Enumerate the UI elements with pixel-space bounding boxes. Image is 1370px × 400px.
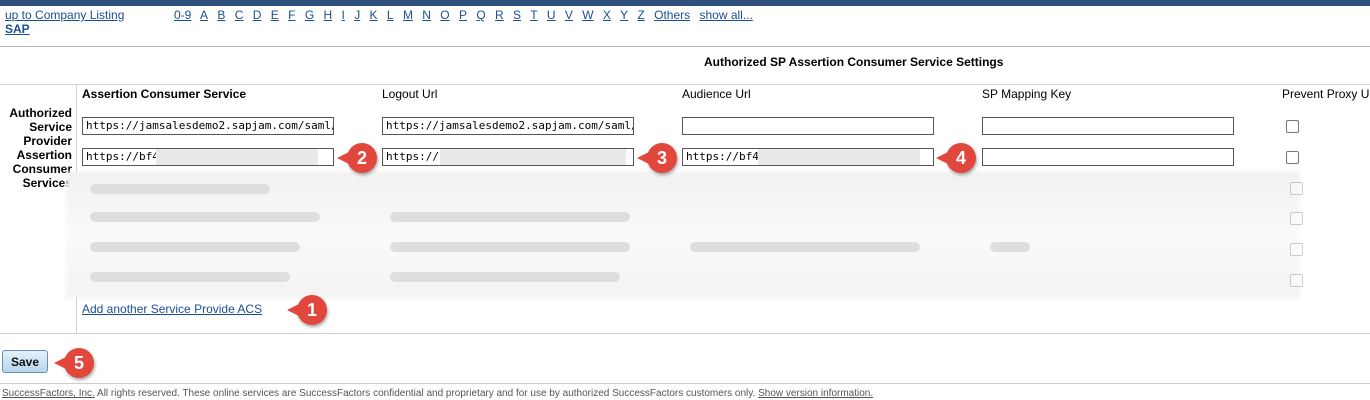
divider bbox=[0, 383, 1370, 384]
alpha-link[interactable]: Z bbox=[637, 8, 644, 22]
alpha-link[interactable]: P bbox=[459, 8, 467, 22]
callout-badge-2: 2 bbox=[337, 143, 377, 173]
top-header-strip bbox=[0, 0, 1370, 6]
divider bbox=[0, 46, 1370, 47]
row-label: Authorized Service Provider Assertion Co… bbox=[9, 106, 72, 190]
blurred-content bbox=[390, 242, 630, 252]
alpha-link[interactable]: I bbox=[342, 8, 345, 22]
alpha-link[interactable]: X bbox=[603, 8, 611, 22]
section-title: Authorized SP Assertion Consumer Service… bbox=[704, 55, 1004, 69]
blurred-content bbox=[390, 272, 620, 282]
blurred-content bbox=[90, 212, 320, 222]
alpha-link[interactable]: E bbox=[271, 8, 279, 22]
divider bbox=[0, 333, 1370, 334]
redacted-value bbox=[758, 149, 920, 165]
footer-text: All rights reserved. These online servic… bbox=[94, 388, 759, 399]
prevent-proxy-checkbox[interactable] bbox=[1290, 243, 1303, 256]
column-header-audience-url: Audience Url bbox=[682, 87, 751, 101]
alphabet-filter: 0-9 A B C D E F G H I J K L M N O P Q R … bbox=[174, 8, 759, 22]
alpha-link[interactable]: T bbox=[530, 8, 537, 22]
alpha-link[interactable]: B bbox=[217, 8, 225, 22]
audience-url-input[interactable] bbox=[682, 117, 934, 135]
column-header-prevent-proxy: Prevent Proxy U bbox=[1282, 87, 1370, 101]
add-service-provider-acs-link[interactable]: Add another Service Provide ACS bbox=[82, 302, 262, 316]
footer: SuccessFactors, Inc. All rights reserved… bbox=[2, 388, 873, 399]
company-sap-link[interactable]: SAP bbox=[5, 22, 124, 36]
alpha-link[interactable]: M bbox=[403, 8, 413, 22]
blurred-content bbox=[90, 184, 270, 194]
alpha-link[interactable]: G bbox=[305, 8, 314, 22]
divider bbox=[0, 84, 1370, 85]
redacted-value bbox=[156, 149, 318, 165]
blurred-content bbox=[90, 272, 290, 282]
sp-mapping-key-input[interactable] bbox=[982, 117, 1234, 135]
blurred-content bbox=[990, 242, 1030, 252]
alpha-link[interactable]: Y bbox=[620, 8, 628, 22]
callout-badge-1: 1 bbox=[287, 295, 327, 325]
footer-company-link[interactable]: SuccessFactors, Inc. bbox=[2, 388, 95, 399]
column-header-acs: Assertion Consumer Service bbox=[82, 87, 247, 101]
alpha-link[interactable]: U bbox=[547, 8, 556, 22]
alpha-link[interactable]: K bbox=[370, 8, 378, 22]
callout-badge-4: 4 bbox=[936, 143, 976, 173]
alpha-link[interactable]: F bbox=[288, 8, 295, 22]
alpha-link[interactable]: W bbox=[582, 8, 593, 22]
redacted-value bbox=[440, 149, 626, 165]
blurred-content bbox=[690, 242, 920, 252]
alpha-link[interactable]: S bbox=[513, 8, 521, 22]
alpha-link[interactable]: O bbox=[440, 8, 449, 22]
callout-badge-3: 3 bbox=[637, 143, 677, 173]
alpha-link[interactable]: H bbox=[324, 8, 333, 22]
save-button[interactable]: Save bbox=[2, 350, 48, 373]
alpha-link[interactable]: Q bbox=[476, 8, 485, 22]
column-header-logout-url: Logout Url bbox=[382, 87, 438, 101]
callout-badge-5: 5 bbox=[54, 348, 94, 378]
prevent-proxy-checkbox[interactable] bbox=[1286, 120, 1299, 133]
acs-url-input[interactable]: https://jamsalesdemo2.sapjam.com/saml/sa… bbox=[82, 117, 334, 135]
logout-url-input[interactable]: https://jamsalesdemo2.sapjam.com/saml/sa… bbox=[382, 117, 634, 135]
alpha-link[interactable]: A bbox=[200, 8, 208, 22]
alpha-link[interactable]: R bbox=[495, 8, 504, 22]
show-version-link[interactable]: Show version information. bbox=[758, 388, 873, 399]
alpha-link-show-all[interactable]: show all... bbox=[699, 8, 752, 22]
prevent-proxy-checkbox[interactable] bbox=[1290, 274, 1303, 287]
column-header-sp-mapping-key: SP Mapping Key bbox=[982, 87, 1072, 101]
blurred-content bbox=[390, 212, 630, 222]
alpha-link[interactable]: V bbox=[565, 8, 573, 22]
alpha-link[interactable]: C bbox=[235, 8, 244, 22]
company-nav: up to Company Listing SAP bbox=[5, 8, 124, 36]
alpha-link[interactable]: 0-9 bbox=[174, 8, 191, 22]
alpha-link[interactable]: N bbox=[422, 8, 431, 22]
up-to-company-listing-link[interactable]: up to Company Listing bbox=[5, 8, 124, 22]
alpha-link[interactable]: D bbox=[253, 8, 262, 22]
alpha-link[interactable]: L bbox=[387, 8, 394, 22]
sp-mapping-key-input[interactable] bbox=[982, 148, 1234, 166]
blurred-content bbox=[90, 242, 300, 252]
prevent-proxy-checkbox[interactable] bbox=[1290, 212, 1303, 225]
prevent-proxy-checkbox[interactable] bbox=[1286, 151, 1299, 164]
alpha-link[interactable]: J bbox=[354, 8, 360, 22]
alpha-link-others[interactable]: Others bbox=[654, 8, 690, 22]
prevent-proxy-checkbox[interactable] bbox=[1290, 182, 1303, 195]
